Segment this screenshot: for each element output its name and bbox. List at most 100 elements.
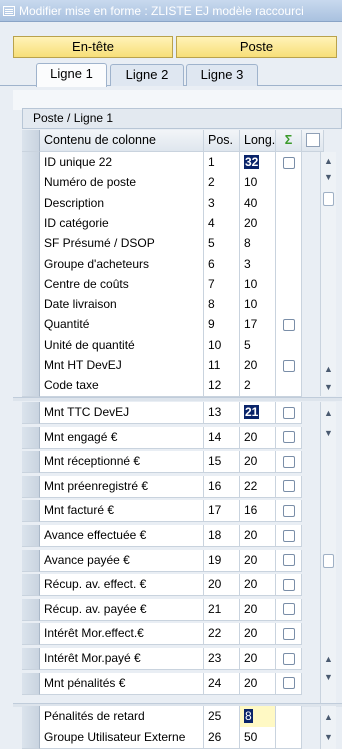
column-length-field[interactable]: 17: [240, 314, 276, 337]
sum-checkbox[interactable]: [282, 603, 295, 616]
row-selector[interactable]: [22, 623, 40, 646]
row-selector[interactable]: [22, 334, 40, 357]
table-row[interactable]: Mnt HT DevEJ 11 20: [22, 355, 302, 377]
sum-checkbox[interactable]: [282, 554, 295, 567]
table-row[interactable]: Récup. av. payée €21 20: [22, 598, 302, 621]
column-length-field[interactable]: 20: [240, 672, 276, 695]
column-length-field[interactable]: 8: [240, 706, 276, 728]
sum-checkbox-cell[interactable]: [276, 253, 302, 276]
column-length-field[interactable]: 22: [240, 475, 276, 498]
scroll-up-icon[interactable]: ▲: [321, 154, 336, 168]
scroll-thumb[interactable]: [323, 192, 334, 206]
column-length-field[interactable]: 20: [240, 574, 276, 597]
row-selector[interactable]: [22, 525, 40, 547]
column-position[interactable]: 4: [204, 212, 240, 235]
sum-checkbox-cell[interactable]: [276, 273, 302, 296]
table-row[interactable]: Unité de quantité 10 5: [22, 334, 302, 357]
row-selector[interactable]: [22, 375, 40, 398]
sum-checkbox[interactable]: [282, 156, 295, 169]
column-position[interactable]: 17: [204, 500, 240, 523]
sum-checkbox-cell[interactable]: [276, 549, 302, 572]
table-row[interactable]: Mnt réceptionné €15 20: [22, 451, 302, 474]
column-length-field[interactable]: 8: [240, 233, 276, 256]
table-row[interactable]: Intérêt Mor.payé €23 20: [22, 648, 302, 670]
table-row[interactable]: Mnt engagé €14 20: [22, 426, 302, 449]
column-position[interactable]: 7: [204, 273, 240, 296]
scroll-down-icon[interactable]: ▼: [321, 670, 336, 684]
sum-checkbox-cell[interactable]: [276, 334, 302, 357]
table-row[interactable]: Description 3 40: [22, 192, 302, 215]
sum-checkbox[interactable]: [282, 627, 295, 640]
scroll-up-icon[interactable]: ▲: [321, 710, 336, 724]
row-selector[interactable]: [22, 475, 40, 498]
row-selector[interactable]: [22, 172, 40, 195]
sum-checkbox-cell[interactable]: [276, 727, 302, 749]
sum-checkbox-cell[interactable]: [276, 574, 302, 597]
row-selector[interactable]: [22, 294, 40, 317]
table-row[interactable]: Intérêt Mor.effect.€ 22 20: [22, 623, 302, 646]
splitter[interactable]: [13, 397, 342, 401]
column-position[interactable]: 5: [204, 233, 240, 256]
sum-checkbox-cell[interactable]: [276, 294, 302, 317]
row-selector[interactable]: [22, 212, 40, 235]
row-selector[interactable]: [22, 426, 40, 449]
column-length-field[interactable]: 5: [240, 334, 276, 357]
tab-ligne-2[interactable]: Ligne 2: [110, 64, 184, 86]
table-1-scrollbar[interactable]: ▲ ▼ ▲ ▼: [320, 152, 336, 396]
poste-button[interactable]: Poste: [176, 36, 337, 58]
row-selector[interactable]: [22, 500, 40, 523]
sum-checkbox-cell[interactable]: [276, 500, 302, 523]
scroll-down-icon[interactable]: ▼: [321, 380, 336, 394]
column-length-field[interactable]: 20: [240, 355, 276, 377]
table-row[interactable]: Mnt préenregistré €16 22: [22, 475, 302, 498]
column-length-field[interactable]: 20: [240, 212, 276, 235]
column-position[interactable]: 23: [204, 648, 240, 670]
column-position[interactable]: 6: [204, 253, 240, 276]
column-length-field[interactable]: 16: [240, 500, 276, 523]
scroll-down-icon[interactable]: ▼: [321, 730, 336, 744]
table-row[interactable]: Date livraison 8 10: [22, 294, 302, 317]
row-selector[interactable]: [22, 706, 40, 728]
row-selector[interactable]: [22, 273, 40, 296]
table-row[interactable]: Mnt pénalités €24 20: [22, 672, 302, 695]
column-position[interactable]: 1: [204, 152, 240, 174]
scroll-up-icon[interactable]: ▲: [321, 406, 336, 420]
column-length-field[interactable]: 50: [240, 727, 276, 749]
column-length-field[interactable]: 40: [240, 192, 276, 215]
table-row[interactable]: Numéro de poste 2 10: [22, 172, 302, 195]
entete-button[interactable]: En-tête: [13, 36, 173, 58]
table-settings-icon[interactable]: [302, 130, 324, 152]
column-position[interactable]: 14: [204, 426, 240, 449]
scroll-up-icon[interactable]: ▲: [321, 362, 336, 376]
column-position[interactable]: 22: [204, 623, 240, 646]
column-position[interactable]: 2: [204, 172, 240, 195]
column-position[interactable]: 9: [204, 314, 240, 337]
column-position[interactable]: 18: [204, 525, 240, 547]
column-length-field[interactable]: 20: [240, 623, 276, 646]
sum-checkbox-cell[interactable]: [276, 375, 302, 398]
sum-checkbox-cell[interactable]: [276, 672, 302, 695]
column-position[interactable]: 24: [204, 672, 240, 695]
sum-checkbox[interactable]: [282, 480, 295, 493]
table-row[interactable]: Groupe d'acheteurs 6 3: [22, 253, 302, 276]
row-selector[interactable]: [22, 152, 40, 174]
sum-checkbox-cell[interactable]: [276, 402, 302, 424]
column-length-field[interactable]: 10: [240, 294, 276, 317]
sum-checkbox-cell[interactable]: [276, 706, 302, 728]
row-selector[interactable]: [22, 233, 40, 256]
sum-checkbox-cell[interactable]: [276, 152, 302, 174]
column-length-field[interactable]: 21: [240, 402, 276, 424]
column-length-field[interactable]: 10: [240, 273, 276, 296]
table-3-scrollbar[interactable]: ▲ ▼: [320, 706, 336, 749]
table-row[interactable]: ID unique 22 1 32: [22, 152, 302, 174]
sum-checkbox-cell[interactable]: [276, 426, 302, 449]
tab-ligne-1[interactable]: Ligne 1: [36, 63, 107, 87]
row-selector[interactable]: [22, 192, 40, 215]
sum-checkbox-cell[interactable]: [276, 525, 302, 547]
sum-checkbox-cell[interactable]: [276, 451, 302, 474]
sum-checkbox[interactable]: [282, 431, 295, 444]
sum-checkbox[interactable]: [282, 359, 295, 372]
column-position[interactable]: 12: [204, 375, 240, 398]
table-row[interactable]: Récup. av. effect. €20 20: [22, 574, 302, 597]
sum-checkbox[interactable]: [282, 652, 295, 665]
